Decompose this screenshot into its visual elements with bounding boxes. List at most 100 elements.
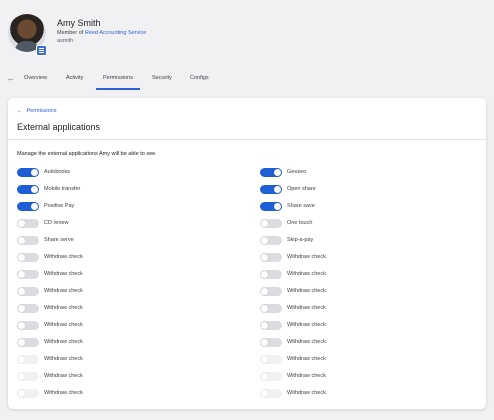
toggle-knob <box>261 356 268 363</box>
toggle-row: Withdraw check <box>17 320 217 332</box>
toggle-row: Withdraw check <box>17 371 217 383</box>
toggle-label: CD renew <box>44 220 69 226</box>
toggle-switch[interactable] <box>260 287 282 296</box>
toggle-row: Withdraw check <box>260 286 460 298</box>
toggle-switch[interactable] <box>260 270 282 279</box>
toggle-row: Mobile transfer <box>17 184 217 196</box>
toggle-switch[interactable] <box>17 287 39 296</box>
member-prefix: Member of <box>57 30 84 36</box>
organization-link[interactable]: Reed Accounting Service <box>85 30 146 36</box>
toggle-row: Skip-a-pay <box>260 235 460 247</box>
toggle-row: Withdraw check <box>260 320 460 332</box>
toggle-switch[interactable] <box>17 253 39 262</box>
toggle-row: Withdraw check <box>260 388 460 400</box>
toggle-label: Withdraw check <box>44 305 83 311</box>
toggle-knob <box>31 203 38 210</box>
toggle-switch[interactable] <box>260 253 282 262</box>
toggle-switch[interactable] <box>17 270 39 279</box>
toggle-knob <box>18 254 25 261</box>
toggle-knob <box>274 203 281 210</box>
divider <box>8 139 486 140</box>
toggle-label: Withdraw check <box>44 373 83 379</box>
toggle-label: Withdraw check <box>44 288 83 294</box>
toggle-switch[interactable] <box>17 219 39 228</box>
toggle-label: Withdraw check <box>287 254 326 260</box>
toggle-switch[interactable] <box>17 236 39 245</box>
toggle-label: Positive Pay <box>44 203 75 209</box>
toggle-label: Withdraw check <box>287 322 326 328</box>
toggle-row: Withdraw check <box>260 371 460 383</box>
toggle-switch[interactable] <box>260 219 282 228</box>
toggle-switch <box>260 389 282 398</box>
toggle-knob <box>31 169 38 176</box>
toggle-knob <box>18 220 25 227</box>
toggle-label: Withdraw check <box>44 356 83 362</box>
toggle-row: Open share <box>260 184 460 196</box>
toggle-switch <box>17 355 39 364</box>
toggle-label: Geezeo <box>287 169 307 175</box>
toggle-switch[interactable] <box>17 321 39 330</box>
toggle-knob <box>18 356 25 363</box>
tab-security[interactable]: Security <box>152 75 172 81</box>
tab-overview[interactable]: Overview <box>24 75 47 81</box>
tab-permissions[interactable]: Permissions <box>96 75 140 90</box>
toggle-knob <box>18 288 25 295</box>
toggle-label: Withdraw check <box>287 271 326 277</box>
toggle-knob <box>261 339 268 346</box>
toggle-row: One touch <box>260 218 460 230</box>
id-card-icon <box>36 45 47 56</box>
toggle-row: Withdraw check <box>17 388 217 400</box>
toggle-row: Withdraw check <box>260 337 460 349</box>
toggle-label: Withdraw check <box>287 305 326 311</box>
toggle-knob <box>18 305 25 312</box>
toggle-knob <box>261 254 268 261</box>
toggle-row: Withdraw check <box>17 303 217 315</box>
toggle-row: Withdraw check <box>17 269 217 281</box>
back-arrow-icon[interactable]: ← <box>7 74 15 83</box>
toggle-switch[interactable] <box>260 321 282 330</box>
toggle-knob <box>261 322 268 329</box>
toggle-knob <box>274 169 281 176</box>
toggle-switch[interactable] <box>260 185 282 194</box>
toggle-switch <box>17 389 39 398</box>
toggle-switch[interactable] <box>17 338 39 347</box>
toggle-label: Mobile transfer <box>44 186 81 192</box>
toggle-label: One touch <box>287 220 313 226</box>
tab-activity[interactable]: Activity <box>66 75 83 81</box>
toggle-label: Withdraw check <box>287 288 326 294</box>
toggle-switch <box>17 372 39 381</box>
profile-name: Amy Smith <box>57 18 101 28</box>
toggle-row: Withdraw check <box>260 354 460 366</box>
toggle-switch[interactable] <box>260 202 282 211</box>
toggle-knob <box>18 237 25 244</box>
toggle-label: Skip-a-pay <box>287 237 314 243</box>
toggle-knob <box>18 339 25 346</box>
profile-username: asmith <box>57 38 74 44</box>
toggle-switch[interactable] <box>260 304 282 313</box>
toggle-switch[interactable] <box>260 168 282 177</box>
toggle-row: Share save <box>260 201 460 213</box>
toggle-label: Withdraw check <box>287 356 326 362</box>
toggle-knob <box>31 186 38 193</box>
toggle-switch[interactable] <box>17 185 39 194</box>
toggle-knob <box>261 373 268 380</box>
toggle-label: Share serve <box>44 237 74 243</box>
toggle-knob <box>261 237 268 244</box>
toggle-label: Withdraw check <box>287 390 326 396</box>
breadcrumb[interactable]: ← Permissions <box>17 108 56 114</box>
toggle-knob <box>261 271 268 278</box>
toggle-switch[interactable] <box>17 304 39 313</box>
toggle-switch[interactable] <box>17 168 39 177</box>
toggle-row: Share serve <box>17 235 217 247</box>
toggle-switch[interactable] <box>260 338 282 347</box>
breadcrumb-label: Permissions <box>26 108 57 114</box>
toggle-knob <box>18 373 25 380</box>
toggle-label: Withdraw check <box>287 373 326 379</box>
toggle-label: Withdraw check <box>44 339 83 345</box>
toggle-row: Withdraw check <box>260 269 460 281</box>
profile-tabs: ← Overview Activity Permissions Security… <box>0 70 494 90</box>
toggle-row: CD renew <box>17 218 217 230</box>
toggle-switch[interactable] <box>260 236 282 245</box>
tab-configs[interactable]: Configs <box>190 75 209 81</box>
toggle-switch[interactable] <box>17 202 39 211</box>
